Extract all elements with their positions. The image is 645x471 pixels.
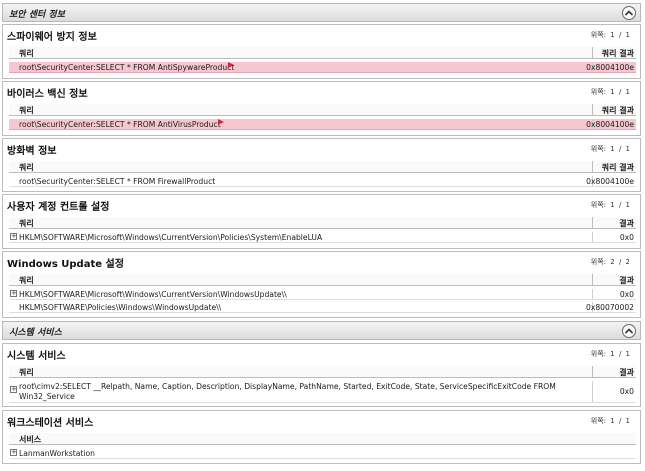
chevron-up-icon: [625, 328, 633, 334]
result-cell: 0x8004100e: [586, 63, 634, 72]
result-cell: 0x8004100e: [586, 120, 634, 129]
col-query: 쿼리: [19, 276, 34, 285]
service-cell: LanmanWorkstation: [19, 449, 95, 458]
red-flag-icon: [228, 62, 234, 68]
table-row[interactable]: root\SecurityCenter:SELECT * FROM AntiSp…: [9, 62, 636, 73]
pager: 위쪽: 1 / 1: [590, 88, 630, 96]
col-result: 쿼리 결과: [601, 49, 634, 58]
pager: 위쪽: 2 / 2: [590, 258, 630, 266]
query-cell: root\SecurityCenter:SELECT * FROM AntiVi…: [19, 120, 221, 129]
plus-box-icon[interactable]: +: [10, 290, 17, 297]
query-cell-line1: root\cimv2:SELECT __Relpath, Name, Capti…: [19, 382, 556, 391]
query-cell: HKLM\SOFTWARE\Microsoft\Windows\CurrentV…: [19, 233, 323, 242]
result-cell: 0x80070002: [586, 303, 634, 312]
table-header: 쿼리 쿼리 결과: [9, 47, 636, 59]
table-header: 쿼리 쿼리 결과: [9, 104, 636, 116]
panel-uac: 사용자 계정 컨트롤 설정 위쪽: 1 / 1 쿼리 결과 + HKLM\SOF…: [2, 194, 641, 249]
pager: 위쪽: 1 / 1: [590, 31, 630, 39]
panel-firewall: 방화벽 정보 위쪽: 1 / 1 쿼리 쿼리 결과 root\SecurityC…: [2, 138, 641, 192]
pager: 위쪽: 1 / 1: [590, 417, 630, 425]
query-cell-line2: Win32_Service: [19, 392, 75, 401]
col-query: 쿼리: [19, 219, 34, 228]
table-header: 쿼리 결과: [9, 274, 636, 286]
panel-workstation-service: 워크스테이션 서비스 위쪽: 1 / 1 서비스 + LanmanWorksta…: [2, 410, 641, 464]
plus-box-icon[interactable]: +: [10, 233, 17, 240]
panel-title: Windows Update 설정: [7, 259, 124, 270]
col-service: 서비스: [19, 435, 42, 444]
table-row[interactable]: root\SecurityCenter:SELECT * FROM Firewa…: [9, 176, 636, 187]
query-cell: root\SecurityCenter:SELECT * FROM AntiSp…: [19, 63, 235, 72]
plus-box-icon[interactable]: +: [10, 449, 17, 456]
pager: 위쪽: 1 / 1: [590, 201, 630, 209]
col-result: 결과: [619, 219, 634, 228]
pager: 위쪽: 1 / 1: [590, 145, 630, 153]
panel-antispyware: 스파이웨어 방지 정보 위쪽: 1 / 1 쿼리 쿼리 결과 root\Secu…: [2, 24, 641, 79]
result-cell: 0x0: [619, 233, 634, 242]
col-query: 쿼리: [19, 163, 34, 172]
query-cell: HKLM\SOFTWARE\Microsoft\Windows\CurrentV…: [19, 290, 287, 299]
panel-title: 시스템 서비스: [7, 351, 66, 362]
panel-title: 사용자 계정 컨트롤 설정: [7, 202, 110, 213]
table-row[interactable]: + LanmanWorkstation: [9, 448, 636, 459]
col-result: 쿼리 결과: [601, 106, 634, 115]
table-header: 쿼리 결과: [9, 217, 636, 229]
table-header: 쿼리 쿼리 결과: [9, 161, 636, 173]
result-cell: 0x0: [619, 387, 634, 396]
col-result: 결과: [619, 368, 634, 377]
col-query: 쿼리: [19, 368, 34, 377]
panel-system-service: 시스템 서비스 위쪽: 1 / 1 쿼리 결과 + root\cimv2:SEL…: [2, 343, 641, 407]
table-row[interactable]: + HKLM\SOFTWARE\Microsoft\Windows\Curren…: [9, 289, 636, 300]
col-query: 쿼리: [19, 106, 34, 115]
panel-title: 워크스테이션 서비스: [7, 418, 94, 429]
col-query: 쿼리: [19, 49, 34, 58]
collapse-button[interactable]: [622, 6, 636, 20]
section-title: 보안 센터 정보: [9, 10, 65, 20]
query-cell: root\SecurityCenter:SELECT * FROM Firewa…: [19, 177, 216, 186]
red-flag-icon: [218, 119, 224, 125]
pager: 위쪽: 1 / 1: [590, 350, 630, 358]
result-cell: 0x0: [619, 290, 634, 299]
section-header-security: 보안 센터 정보: [2, 3, 641, 22]
panel-antivirus: 바이러스 백신 정보 위쪽: 1 / 1 쿼리 쿼리 결과 root\Secur…: [2, 81, 641, 136]
col-result: 결과: [619, 276, 634, 285]
chevron-up-icon: [625, 10, 633, 16]
panel-title: 스파이웨어 방지 정보: [7, 32, 97, 43]
col-result: 쿼리 결과: [601, 163, 634, 172]
table-row[interactable]: root\SecurityCenter:SELECT * FROM AntiVi…: [9, 119, 636, 130]
collapse-button[interactable]: [622, 324, 636, 338]
table-row[interactable]: + root\cimv2:SELECT __Relpath, Name, Cap…: [9, 381, 636, 403]
panel-windows-update: Windows Update 설정 위쪽: 2 / 2 쿼리 결과 + HKLM…: [2, 251, 641, 318]
section-title: 시스템 서비스: [9, 328, 62, 338]
plus-box-icon[interactable]: +: [10, 386, 17, 393]
panel-title: 방화벽 정보: [7, 146, 57, 157]
table-header: 쿼리 결과: [9, 366, 636, 378]
section-header-system: 시스템 서비스: [2, 321, 641, 340]
panel-title: 바이러스 백신 정보: [7, 89, 88, 100]
table-row[interactable]: HKLM\SOFTWARE\Policies\Windows\WindowsUp…: [9, 302, 636, 313]
table-row[interactable]: + HKLM\SOFTWARE\Microsoft\Windows\Curren…: [9, 232, 636, 243]
table-header: 서비스: [9, 433, 636, 445]
result-cell: 0x8004100e: [586, 177, 634, 186]
query-cell: HKLM\SOFTWARE\Policies\Windows\WindowsUp…: [19, 303, 222, 312]
